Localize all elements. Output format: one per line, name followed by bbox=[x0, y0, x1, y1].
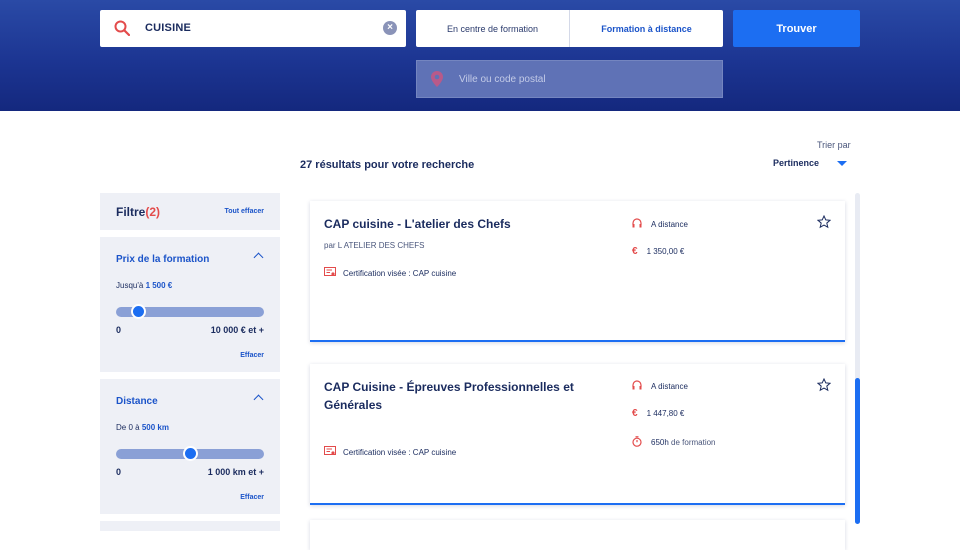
price-prefix: Jusqu'à bbox=[116, 281, 144, 290]
card-price: € 1 350,00 € bbox=[632, 246, 684, 257]
certificate-icon bbox=[324, 446, 336, 458]
card-provider: par L ATELIER DES CHEFS bbox=[324, 241, 425, 250]
mode-remote[interactable]: Formation à distance bbox=[569, 10, 723, 47]
card-mode: A distance bbox=[632, 380, 688, 392]
price-min-label: 0 bbox=[116, 325, 122, 335]
clear-all-button[interactable]: Tout effacer bbox=[224, 208, 264, 215]
distance-filter-title[interactable]: Distance bbox=[116, 396, 158, 407]
price-filter: Prix de la formation Jusqu'à 1 500 € 0 1… bbox=[100, 237, 280, 372]
headphones-icon bbox=[632, 380, 642, 392]
result-card[interactable]: CAP cuisine - L'atelier des Chefs par L … bbox=[310, 201, 845, 342]
card-certification-text: Certification visée : CAP cuisine bbox=[343, 447, 457, 457]
card-title[interactable]: CAP cuisine - L'atelier des Chefs bbox=[324, 215, 594, 233]
price-max-label: 10 000 € et + bbox=[210, 325, 264, 335]
price-max-value: 1 500 € bbox=[145, 281, 173, 290]
card-price-text: 1 447,80 € bbox=[646, 409, 685, 418]
sort-select[interactable]: Pertinence bbox=[773, 158, 819, 168]
headphones-icon bbox=[632, 218, 642, 230]
mode-in-center[interactable]: En centre de formation bbox=[416, 10, 569, 47]
caret-down-icon[interactable] bbox=[837, 161, 847, 166]
result-card[interactable] bbox=[310, 520, 845, 550]
training-mode-toggle: En centre de formation Formation à dista… bbox=[416, 10, 723, 47]
distance-filter: Distance De 0 à 500 km 0 1 000 km et + E… bbox=[100, 379, 280, 514]
filter-title: Filtre(2) bbox=[116, 205, 160, 219]
price-slider-handle[interactable] bbox=[131, 304, 147, 319]
distance-slider[interactable] bbox=[116, 446, 264, 461]
clear-icon[interactable]: × bbox=[383, 21, 397, 35]
euro-icon: € bbox=[632, 408, 638, 419]
result-card[interactable]: CAP Cuisine - Épreuves Professionnelles … bbox=[310, 364, 845, 505]
card-duration-text: 650h de formation bbox=[651, 438, 716, 447]
star-icon[interactable] bbox=[816, 214, 832, 234]
timer-icon bbox=[632, 436, 642, 449]
filter-count: (2) bbox=[145, 205, 161, 219]
price-filter-summary: Jusqu'à 1 500 € bbox=[116, 281, 172, 290]
next-filter bbox=[100, 521, 280, 531]
search-value[interactable]: CUISINE bbox=[145, 22, 191, 34]
search-header: CUISINE × En centre de formation Formati… bbox=[0, 0, 960, 111]
card-certification: Certification visée : CAP cuisine bbox=[324, 267, 456, 279]
location-placeholder: Ville ou code postal bbox=[459, 74, 546, 85]
distance-prefix: De 0 à bbox=[116, 423, 140, 432]
price-filter-title[interactable]: Prix de la formation bbox=[116, 254, 209, 265]
search-icon[interactable] bbox=[114, 20, 131, 41]
duration-suffix: de formation bbox=[671, 438, 716, 447]
find-button[interactable]: Trouver bbox=[733, 10, 860, 47]
card-mode-text: A distance bbox=[651, 381, 688, 391]
euro-icon: € bbox=[632, 246, 638, 257]
duration-value: 650h bbox=[651, 438, 669, 447]
price-slider[interactable] bbox=[116, 304, 264, 319]
distance-erase-button[interactable]: Effacer bbox=[240, 494, 264, 501]
distance-filter-summary: De 0 à 500 km bbox=[116, 423, 169, 432]
card-certification-text: Certification visée : CAP cuisine bbox=[343, 268, 457, 278]
distance-max-value: 500 km bbox=[141, 423, 169, 432]
search-input[interactable]: CUISINE × bbox=[100, 10, 406, 47]
results-scrollbar-thumb[interactable] bbox=[855, 378, 860, 524]
card-mode-text: A distance bbox=[651, 219, 688, 229]
chevron-up-icon[interactable] bbox=[253, 394, 264, 405]
card-mode: A distance bbox=[632, 218, 688, 230]
price-erase-button[interactable]: Effacer bbox=[240, 352, 264, 359]
results-count: 27 résultats pour votre recherche bbox=[300, 159, 475, 171]
location-input[interactable]: Ville ou code postal bbox=[416, 60, 723, 98]
card-price-text: 1 350,00 € bbox=[646, 247, 685, 256]
card-duration: 650h de formation bbox=[632, 436, 716, 449]
certificate-icon bbox=[324, 267, 336, 279]
card-price: € 1 447,80 € bbox=[632, 408, 684, 419]
card-title[interactable]: CAP Cuisine - Épreuves Professionnelles … bbox=[324, 378, 594, 414]
star-icon[interactable] bbox=[816, 377, 832, 397]
distance-slider-handle[interactable] bbox=[183, 446, 198, 461]
distance-max-label: 1 000 km et + bbox=[207, 467, 264, 477]
distance-min-label: 0 bbox=[116, 467, 122, 477]
filter-title-text: Filtre bbox=[116, 205, 146, 219]
chevron-up-icon[interactable] bbox=[253, 252, 264, 263]
filter-header: Filtre(2) Tout effacer bbox=[100, 193, 280, 230]
card-certification: Certification visée : CAP cuisine bbox=[324, 446, 456, 458]
sort-label: Trier par bbox=[817, 140, 851, 150]
location-pin-icon bbox=[431, 71, 443, 92]
